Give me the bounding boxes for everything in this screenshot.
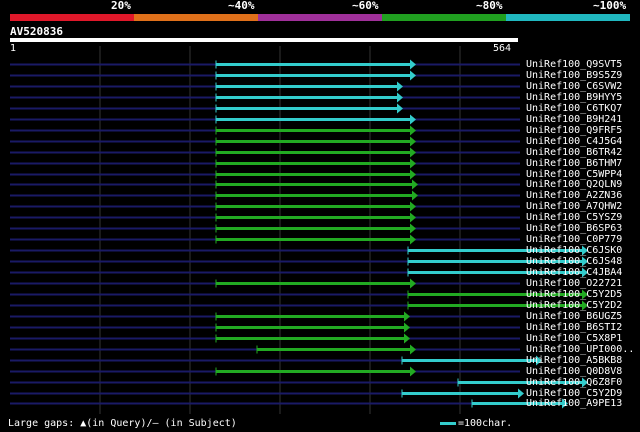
hit-label[interactable]: UniRef100_B6THM7: [526, 158, 622, 169]
scale-legend-label: =100char.: [458, 418, 513, 429]
hit-label[interactable]: UniRef100_B9S5Z9: [526, 70, 622, 81]
hit-label[interactable]: UniRef100_C6TKQ7: [526, 103, 622, 114]
hit-label[interactable]: UniRef100_B9H241: [526, 114, 622, 125]
hit-label[interactable]: UniRef100_C5Y2D5: [526, 289, 622, 300]
hit-label[interactable]: UniRef100_C0P779: [526, 234, 622, 245]
hit-label[interactable]: UniRef100_B6SP63: [526, 223, 622, 234]
hit-labels: UniRef100_Q9SVT5 UniRef100_B9S5Z9 UniRef10…: [0, 0, 640, 432]
scale-swatch-icon: [440, 421, 456, 425]
hit-label[interactable]: UniRef100_A7QHW2: [526, 201, 622, 212]
hit-label[interactable]: UniRef100_C5Y2D2: [526, 300, 622, 311]
hit-label[interactable]: UniRef100_C4J5G4: [526, 136, 622, 147]
hit-label[interactable]: UniRef100_UPI000..: [526, 344, 634, 355]
hit-label[interactable]: UniRef100_Q2QLN9: [526, 179, 622, 190]
hit-label[interactable]: UniRef100_C6JS48: [526, 256, 622, 267]
hit-label[interactable]: UniRef100_C5X8P1: [526, 333, 622, 344]
hit-label[interactable]: UniRef100_A9PE13: [526, 398, 622, 409]
hit-label[interactable]: UniRef100_O22721: [526, 278, 622, 289]
hit-label[interactable]: UniRef100_Q9FRF5: [526, 125, 622, 136]
hit-label[interactable]: UniRef100_A2ZN36: [526, 190, 622, 201]
hit-label[interactable]: UniRef100_B6TR42: [526, 147, 622, 158]
hit-label[interactable]: UniRef100_Q9SVT5: [526, 59, 622, 70]
hit-label[interactable]: UniRef100_Q6Z8F0: [526, 377, 622, 388]
hit-label[interactable]: UniRef100_B6UGZ5: [526, 311, 622, 322]
scale-legend: =100char.: [440, 418, 512, 430]
hit-label[interactable]: UniRef100_B9HYY5: [526, 92, 622, 103]
hit-label[interactable]: UniRef100_C6JSK0: [526, 245, 622, 256]
hit-label[interactable]: UniRef100_Q0D8V8: [526, 366, 622, 377]
hit-label[interactable]: UniRef100_A5BKB8: [526, 355, 622, 366]
gaps-legend: Large gaps: ▲(in Query)/– (in Subject): [8, 418, 237, 429]
hit-label[interactable]: UniRef100_C4JBA4: [526, 267, 622, 278]
hit-label[interactable]: UniRef100_C6SVW2: [526, 81, 622, 92]
hit-label[interactable]: UniRef100_B6STI2: [526, 322, 622, 333]
hit-label[interactable]: UniRef100_C5YSZ9: [526, 212, 622, 223]
